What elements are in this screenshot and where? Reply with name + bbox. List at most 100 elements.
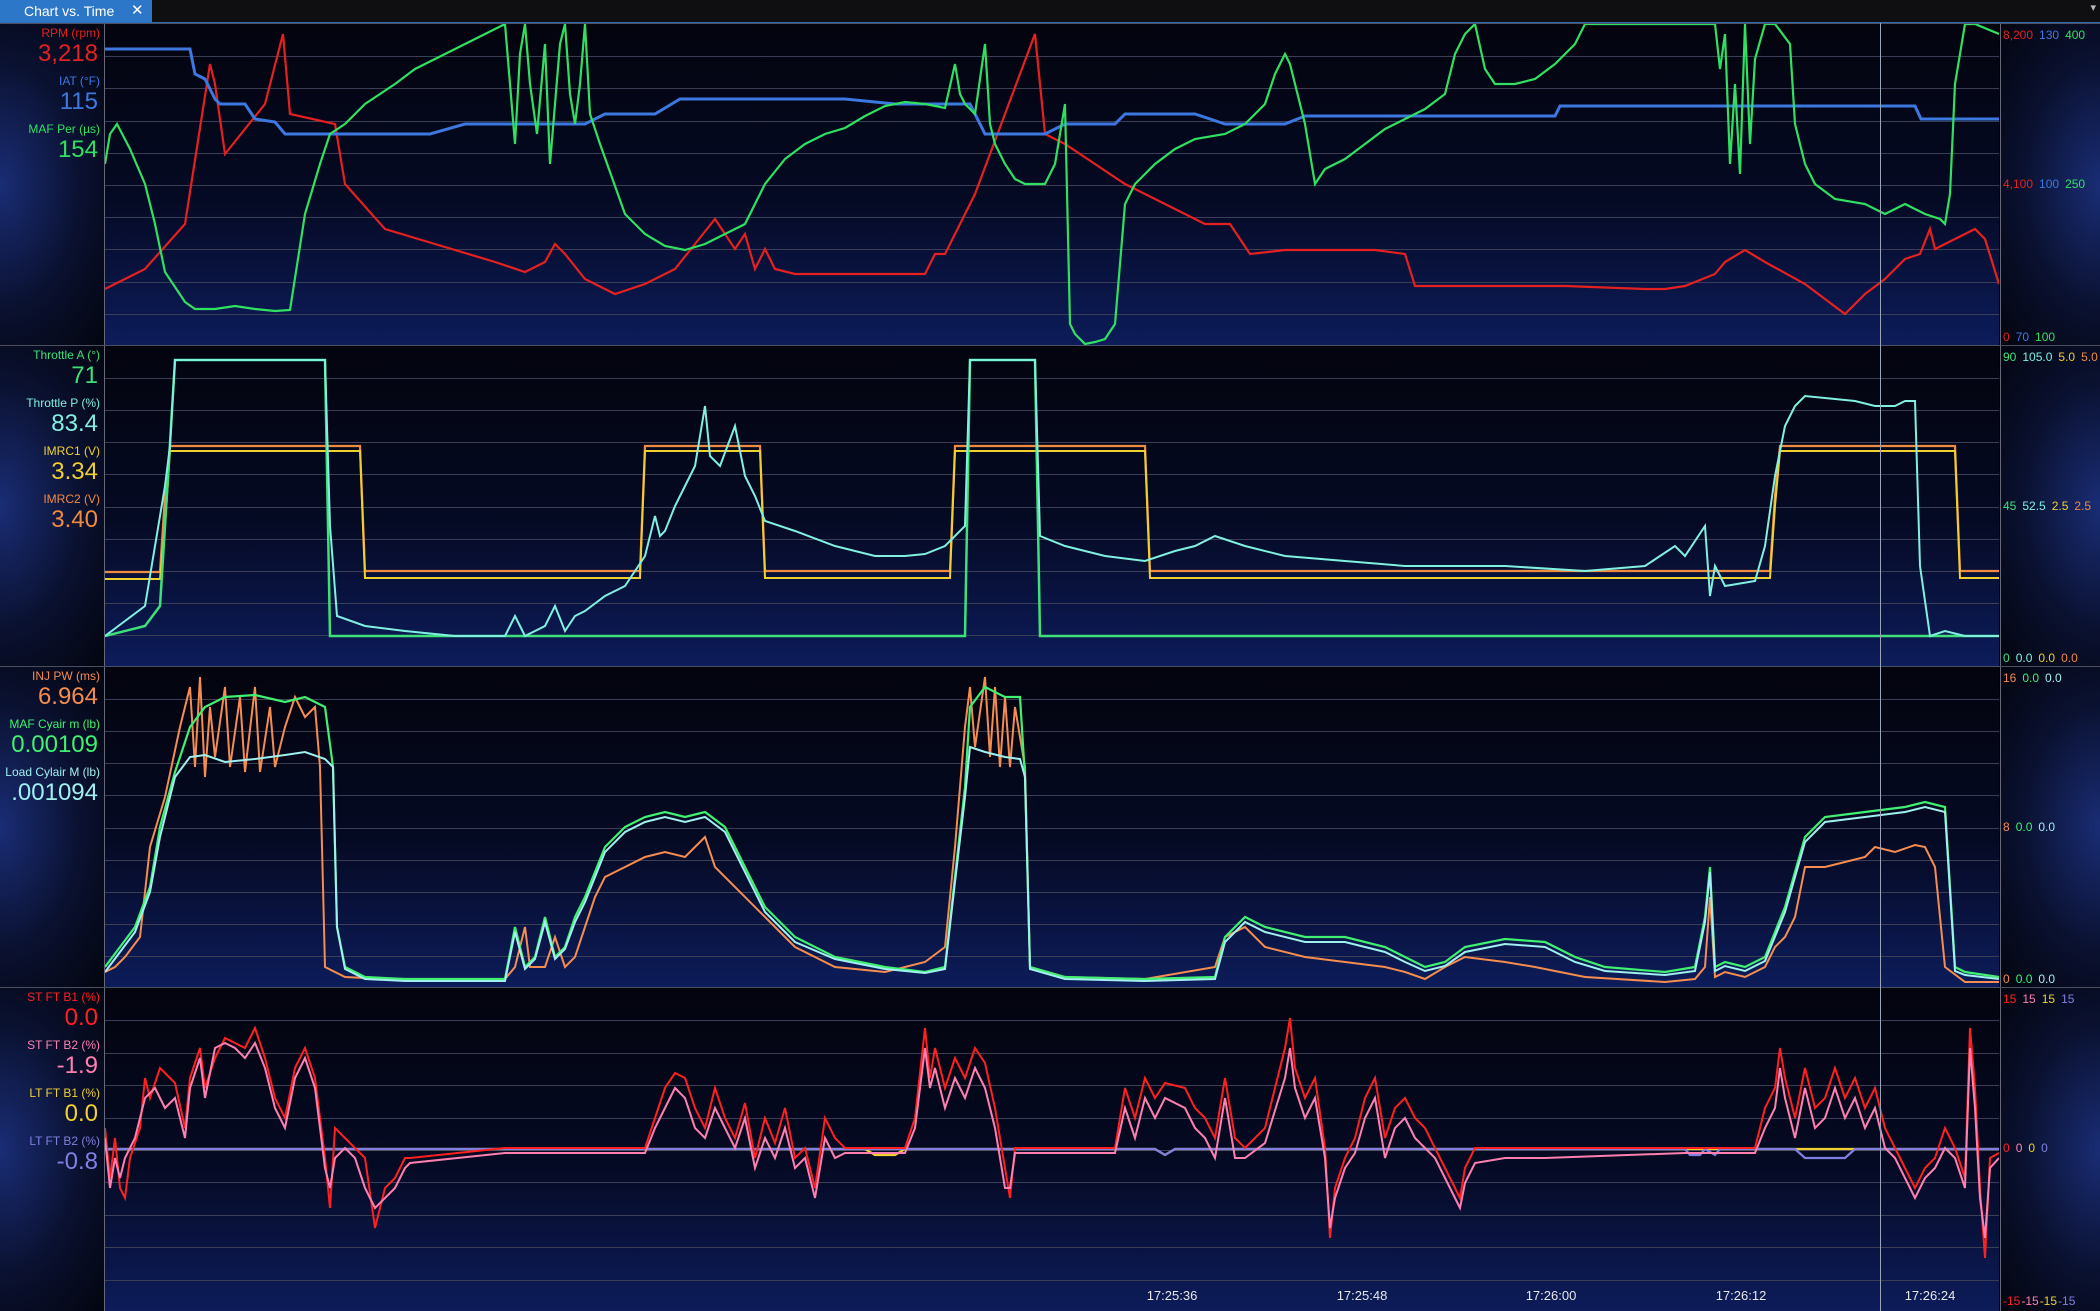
channel-label-load-cylair: Load Cylair M (lb) — [5, 765, 100, 779]
scale-top-stft-b2: 15 — [2022, 992, 2036, 1006]
tab-title: Chart vs. Time — [24, 3, 115, 19]
scale-bottom-maf-cyair: 0.0 — [2015, 972, 2033, 986]
channel-value-inj-pw: 6.964 — [37, 683, 98, 710]
channel-label-stft-b1: ST FT B1 (%) — [27, 990, 100, 1004]
channel-value-imrc1: 3.34 — [51, 458, 98, 485]
plot-area[interactable] — [105, 346, 1999, 666]
channel-legend: RPM (rpm) 3,218 IAT (°F) 115 MAF Per (µs… — [0, 24, 105, 345]
plot-area[interactable] — [105, 988, 1999, 1311]
scale-top-imrc2: 5.0 — [2081, 350, 2098, 364]
trace-layer — [105, 358, 1999, 638]
trace-maf-per — [105, 24, 1999, 345]
scale-bottom-imrc2: 0.0 — [2061, 651, 2078, 665]
tab-chart-vs-time[interactable]: Chart vs. Time ✕ — [0, 0, 152, 22]
scale-top-ltft-b2: 15 — [2061, 992, 2075, 1006]
trace-rpm — [105, 33, 1999, 316]
trace-iat — [105, 47, 1999, 136]
channel-label-imrc2: IMRC2 (V) — [43, 492, 100, 506]
channel-value-throttle-a: 71 — [71, 362, 98, 389]
scale-mid: 45 52.5 2.5 2.5 — [2003, 499, 2100, 513]
scale-mid-maf-cyair: 0.0 — [2015, 820, 2033, 834]
chart-panel-fuel-air[interactable]: INJ PW (ms) 6.964 MAF Cyair m (lb) 0.001… — [0, 666, 2100, 987]
scale-mid: 4,100 100 250 — [2003, 177, 2100, 191]
scale-top-stft-b1: 15 — [2003, 992, 2017, 1006]
scale-bottom: 0 0.0 0.0 0.0 — [2003, 651, 2100, 665]
trace-layer — [105, 676, 1999, 984]
chart-panel-fuel-trims[interactable]: ST FT B1 (%) 0.0 ST FT B2 (%) -1.9 LT FT… — [0, 987, 2100, 1311]
scale-top-throttle-p: 105.0 — [2022, 350, 2053, 364]
trace-imrc1 — [105, 450, 1999, 580]
scale-top-maf-cyair: 0.0 — [2022, 671, 2040, 685]
channel-label-throttle-a: Throttle A (°) — [33, 348, 100, 362]
scale-mid: 8 0.0 0.0 — [2003, 820, 2100, 834]
scale-bottom-rpm: 0 — [2003, 330, 2010, 344]
scale-bottom-ltft-b1: -15 — [2039, 1294, 2058, 1308]
scale-mid: 0000 — [2003, 1141, 2100, 1155]
scale-mid-imrc1: 2.5 — [2051, 499, 2069, 513]
channel-value-imrc2: 3.40 — [51, 506, 98, 533]
trace-layer — [105, 24, 1999, 345]
channel-label-inj-pw: INJ PW (ms) — [32, 669, 100, 683]
plot-area[interactable] — [105, 24, 1999, 345]
trace-throttle-a — [105, 358, 1999, 638]
scale-bottom-throttle-a: 0 — [2003, 651, 2010, 665]
trace-stft-b2 — [105, 1040, 1999, 1239]
time-tick: 17:25:48 — [1336, 1288, 1388, 1303]
time-tick: 17:26:24 — [1904, 1288, 1956, 1303]
scale-top: 15 15 15 15 — [2003, 992, 2100, 1006]
channel-label-rpm: RPM (rpm) — [41, 26, 100, 40]
scale-top: 8,200 130 400 — [2003, 28, 2100, 42]
channel-value-iat: 115 — [59, 88, 98, 115]
chart-panel-throttle[interactable]: Throttle A (°) 71 Throttle P (%) 83.4 IM… — [0, 345, 2100, 666]
scale-top-ltft-b1: 15 — [2041, 992, 2056, 1006]
scale-top-maf: 400 — [2065, 28, 2086, 42]
channel-label-stft-b2: ST FT B2 (%) — [27, 1038, 100, 1052]
axis-scales: 15 15 15 15 0000 -15-15-15-15 — [2000, 988, 2100, 1311]
tab-bar: Chart vs. Time ✕ ▾ — [0, 0, 2100, 23]
scale-top: 16 0.0 0.0 — [2003, 671, 2100, 685]
trace-stft-b1 — [105, 1017, 1999, 1259]
plot-area[interactable] — [105, 667, 1999, 987]
scale-mid-maf: 250 — [2065, 177, 2086, 191]
channel-value-maf-per: 154 — [57, 136, 98, 163]
time-tick: 17:26:00 — [1525, 1288, 1577, 1303]
channel-value-stft-b2: -1.9 — [56, 1052, 98, 1079]
axis-scales: 90 105.0 5.0 5.0 45 52.5 2.5 2.5 0 0.0 0.0 0.0 — [2000, 346, 2100, 666]
scale-mid-rpm: 4,100 — [2003, 177, 2034, 191]
trace-inj-pw — [105, 676, 1999, 984]
channel-label-throttle-p: Throttle P (%) — [26, 396, 100, 410]
scale-bottom: -15-15-15-15 — [2003, 1294, 2100, 1308]
channel-value-ltft-b1: 0.0 — [64, 1100, 98, 1127]
channel-legend: Throttle A (°) 71 Throttle P (%) 83.4 IM… — [0, 346, 105, 666]
scale-bottom-load-cylair: 0.0 — [2038, 972, 2056, 986]
scale-bottom: 0 0.0 0.0 — [2003, 972, 2100, 986]
scale-bottom-inj-pw: 0 — [2003, 972, 2010, 986]
scale-top-imrc1: 5.0 — [2058, 350, 2076, 364]
close-icon[interactable]: ✕ — [131, 0, 144, 22]
scale-bottom-iat: 70 — [2015, 330, 2030, 344]
channel-label-maf-cyair: MAF Cyair m (lb) — [9, 717, 100, 731]
channel-value-throttle-p: 83.4 — [51, 410, 98, 437]
scale-bottom-ltft-b2: -15 — [2058, 1294, 2076, 1308]
channel-value-rpm: 3,218 — [37, 40, 98, 67]
scale-bottom-maf: 100 — [2035, 330, 2056, 344]
channel-label-iat: IAT (°F) — [58, 74, 100, 88]
scale-bottom-imrc1: 0.0 — [2038, 651, 2056, 665]
channel-label-imrc1: IMRC1 (V) — [43, 444, 100, 458]
trace-imrc2 — [105, 444, 1999, 574]
channel-value-maf-cyair: 0.00109 — [11, 731, 98, 758]
scale-bottom: 0 70 100 — [2003, 330, 2100, 344]
chevron-down-icon[interactable]: ▾ — [2090, 1, 2096, 14]
chart-panel-engine[interactable]: RPM (rpm) 3,218 IAT (°F) 115 MAF Per (µs… — [0, 23, 2100, 345]
channel-legend: INJ PW (ms) 6.964 MAF Cyair m (lb) 0.001… — [0, 667, 105, 987]
channel-value-ltft-b2: -0.8 — [56, 1148, 98, 1175]
scale-mid-iat: 100 — [2039, 177, 2060, 191]
trace-maf-cyair — [105, 685, 1999, 981]
scale-top-rpm: 8,200 — [2003, 28, 2034, 42]
scale-top-load-cylair: 0.0 — [2045, 671, 2062, 685]
scale-top-inj-pw: 16 — [2003, 671, 2017, 685]
time-tick: 17:25:36 — [1146, 1288, 1198, 1303]
scale-bottom-stft-b1: -15 — [2003, 1294, 2021, 1308]
scale-mid-inj-pw: 8 — [2003, 820, 2010, 834]
time-cursor[interactable] — [1880, 23, 1881, 1311]
